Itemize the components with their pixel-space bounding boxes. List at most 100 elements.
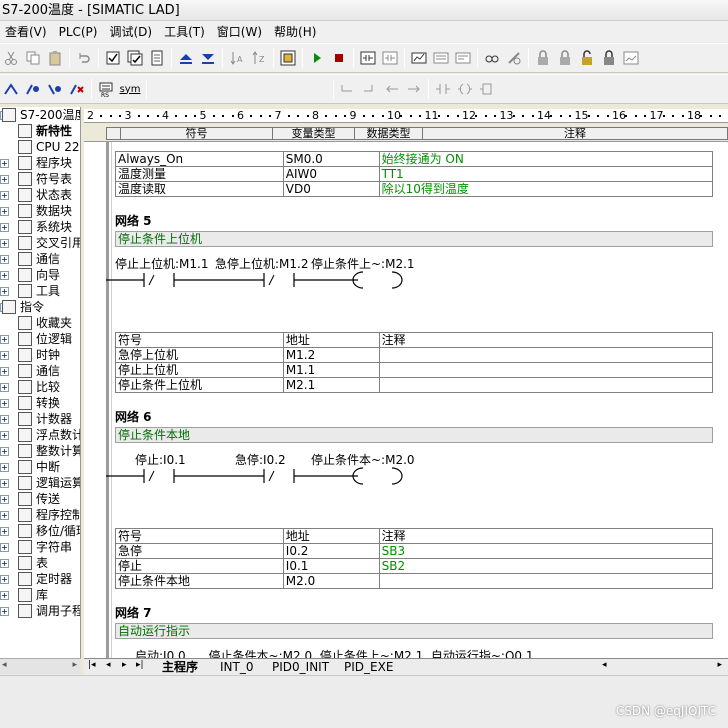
network-icon[interactable]: RS [95,78,117,100]
ladder-editor[interactable]: Always_On SM0.0 始终接通为 ON 温度测量 AIW0 TT1 温度读取 V… [84,141,728,658]
contact-insert-icon[interactable] [0,78,22,100]
arrow-right-icon[interactable] [403,78,425,100]
status-chart-icon[interactable] [379,47,401,69]
tab-main-program[interactable]: 主程序 [162,660,198,675]
line-down-icon[interactable] [44,78,66,100]
expand-icon[interactable]: + [0,479,9,488]
col-data-type-header[interactable]: 数据类型 [355,128,423,139]
cut-icon[interactable] [0,47,22,69]
single-read-icon[interactable] [430,47,452,69]
expand-icon[interactable]: + [0,415,9,424]
menu-window[interactable]: 窗口(W) [211,22,268,42]
expand-icon[interactable]: + [0,255,9,264]
expand-icon[interactable]: + [0,575,9,584]
symbol-toggle-icon[interactable]: sym [117,78,143,100]
copy-icon[interactable] [22,47,44,69]
tree-horizontal-scrollbar[interactable]: ◂ ▸ [0,658,81,674]
menu-debug[interactable]: 调试(D) [103,22,158,42]
run-icon[interactable] [306,47,328,69]
expand-icon[interactable]: + [0,559,9,568]
undo-icon[interactable] [73,47,95,69]
coil-icon[interactable] [454,78,476,100]
col-comment-header[interactable]: 注释 [423,128,727,139]
expand-icon[interactable]: + [0,543,9,552]
line-right-icon[interactable] [337,78,359,100]
trend-icon[interactable] [408,47,430,69]
tab-prev-icon[interactable]: ◂ [106,660,111,670]
lock-icon[interactable] [532,47,554,69]
delete-line-icon[interactable] [66,78,88,100]
line-left-icon[interactable] [359,78,381,100]
expand-icon[interactable]: + [0,287,9,296]
network-6-title[interactable]: 网络 6 [115,408,152,425]
tab-int-0[interactable]: INT_0 [220,660,253,675]
network-7-title[interactable]: 网络 7 [115,604,152,621]
expand-icon[interactable]: + [0,191,9,200]
expand-icon[interactable]: + [0,207,9,216]
trend-view-icon[interactable] [620,47,642,69]
tab-pid0-init[interactable]: PID0_INIT [272,660,329,675]
expand-icon[interactable]: + [0,175,9,184]
tab-pid-exe[interactable]: PID_EXE [344,660,393,675]
tab-first-icon[interactable]: |◂ [88,660,96,670]
compile-all-icon[interactable] [124,47,146,69]
expand-icon[interactable]: + [0,383,9,392]
expand-icon[interactable]: + [0,527,9,536]
sort-desc-icon[interactable]: Z [248,47,270,69]
menu-help[interactable]: 帮助(H) [268,22,322,42]
write-all-icon[interactable] [452,47,474,69]
col-symbol-header[interactable]: 符号 [121,128,273,139]
network-5-title[interactable]: 网络 5 [115,212,152,229]
expand-icon[interactable]: + [0,351,9,360]
contact-icon[interactable] [432,78,454,100]
line-up-icon[interactable] [22,78,44,100]
expand-icon[interactable]: + [0,591,9,600]
unforce-icon[interactable] [503,47,525,69]
tab-last-icon[interactable]: ▸| [136,660,144,670]
document-icon[interactable] [146,47,168,69]
tab-next-icon[interactable]: ▸ [122,660,127,670]
expand-icon[interactable]: + [0,495,9,504]
network-7-operands[interactable]: 启动:I0.0 停止条件本~:M2.0 停止条件上~:M2.1 自动运行指~:Q… [135,647,534,658]
force-icon[interactable] [481,47,503,69]
box-icon[interactable] [476,78,498,100]
paste-icon[interactable] [44,47,66,69]
lock-all-icon[interactable] [554,47,576,69]
network-6-comment[interactable]: 停止条件本地 [115,427,713,443]
expand-icon[interactable]: + [0,159,9,168]
hscroll-right-icon[interactable]: ▸ [717,660,722,670]
menu-tools[interactable]: 工具(T) [158,22,211,42]
compile-icon[interactable] [102,47,124,69]
hscroll-left-icon[interactable]: ◂ [602,660,607,670]
expand-icon[interactable]: + [0,431,9,440]
network-7-comment[interactable]: 自动运行指示 [115,623,713,639]
read-forced-icon[interactable] [598,47,620,69]
network-5-rung[interactable] [106,270,406,290]
expand-icon[interactable]: + [0,399,9,408]
network-5-comment[interactable]: 停止条件上位机 [115,231,713,247]
expand-icon[interactable]: + [0,607,9,616]
menu-plc[interactable]: PLC(P) [53,22,104,42]
expand-icon[interactable]: + [0,447,9,456]
expand-icon[interactable]: + [0,463,9,472]
expand-icon[interactable]: + [0,367,9,376]
upload-icon[interactable] [175,47,197,69]
expand-icon[interactable]: + [0,271,9,280]
ruler-tick [550,115,553,117]
sort-asc-icon[interactable]: A [226,47,248,69]
download-icon[interactable] [197,47,219,69]
program-status-icon[interactable] [357,47,379,69]
expand-icon[interactable]: + [0,239,9,248]
col-var-type-header[interactable]: 变量类型 [273,128,355,139]
arrow-left-icon[interactable] [381,78,403,100]
network-6-rung[interactable] [106,466,406,486]
scroll-right-icon[interactable]: ▸ [72,660,77,670]
scroll-left-icon[interactable]: ◂ [2,660,7,670]
options-icon[interactable] [277,47,299,69]
menu-view[interactable]: 查看(V) [0,22,53,42]
expand-icon[interactable]: + [0,511,9,520]
expand-icon[interactable]: + [0,335,9,344]
stop-icon[interactable] [328,47,350,69]
expand-icon[interactable]: + [0,223,9,232]
unlock-icon[interactable] [576,47,598,69]
